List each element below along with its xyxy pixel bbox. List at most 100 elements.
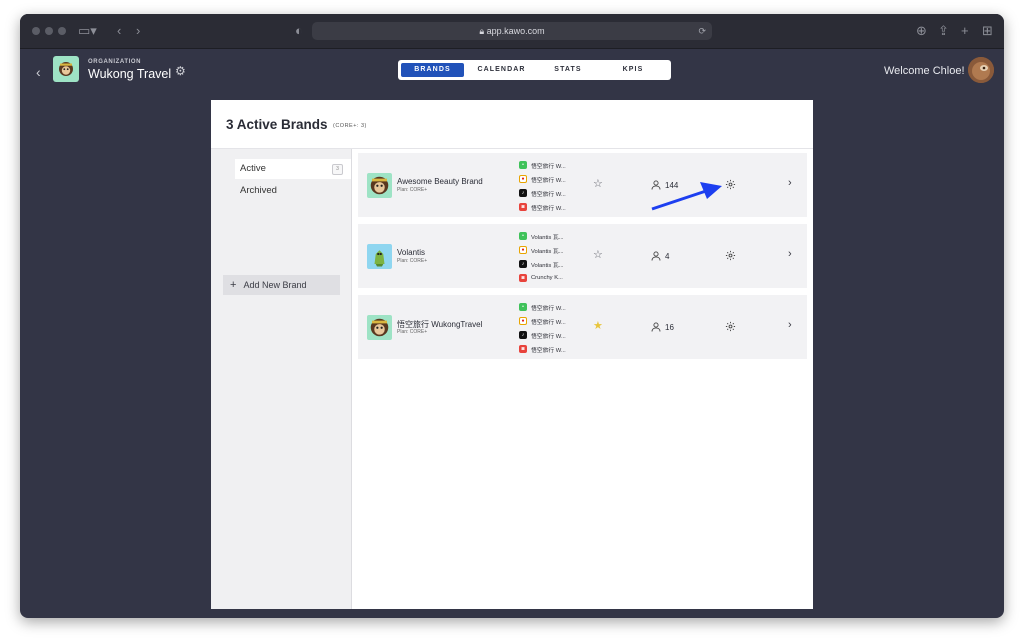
follower-count: 16 [651,322,674,332]
wechat-icon: • [519,303,527,311]
reload-icon[interactable]: ⟳ [698,22,706,40]
address-bar[interactable]: 🔒︎ app.kawo.com ⟳ [312,22,712,40]
brand-row[interactable]: 悟空旅行 WukongTravel Plan: CORE+ • 悟空旅行 W...… [358,295,807,359]
channel-label: 悟空旅行 W... [531,319,566,326]
monkey-logo-icon [370,318,389,337]
add-brand-label: Add New Brand [243,280,307,290]
channel-label: 悟空旅行 W... [531,347,566,354]
channel-item[interactable]: ● Volantis 瓦... [519,243,579,257]
chevron-right-icon[interactable]: › [788,177,792,189]
channel-item[interactable]: ♪ 悟空旅行 W... [519,328,579,342]
brand-avatar [367,173,392,198]
channel-label: Volantis 瓦... [531,234,564,241]
channel-label: 悟空旅行 W... [531,333,566,340]
brands-panel: 3 Active Brands (CORE+: 3) Active 3 Arch… [211,100,813,609]
brand-settings-gear-icon[interactable] [725,321,736,332]
chevron-right-icon[interactable]: › [788,319,792,331]
channel-label: 悟空旅行 W... [531,205,566,212]
brand-row[interactable]: Volantis Plan: CORE+ • Volantis 瓦... ● Vol… [358,224,807,288]
channel-item[interactable]: ● 悟空旅行 W... [519,172,579,186]
user-icon [651,180,661,190]
brand-plan: Plan: CORE+ [397,329,428,335]
tab-kpis[interactable]: KPIS [603,63,663,77]
org-name: Wukong Travel [88,67,172,81]
weibo-icon: ● [519,175,527,183]
tab-calendar[interactable]: CALENDAR [468,63,535,77]
brand-row[interactable]: Awesome Beauty Brand Plan: CORE+ • 悟空旅行 W… [358,153,807,217]
star-icon[interactable]: ☆ [593,178,603,190]
brand-filter-sidebar: Active 3 Archived + Add New Brand [211,149,352,609]
org-eyebrow: ORGANIZATION [88,59,142,65]
back-arrow-icon[interactable]: ‹ [36,64,41,80]
main-nav-tabs: BRANDS CALENDAR STATS KPIS [398,60,671,80]
privacy-shield-icon[interactable]: ◐ [295,23,303,39]
channel-label: 悟空旅行 W... [531,191,566,198]
add-new-brand-button[interactable]: + Add New Brand [223,275,340,295]
user-icon [651,322,661,332]
channel-item[interactable]: ◙ 悟空旅行 W... [519,342,579,356]
brand-name: Awesome Beauty Brand [397,177,483,186]
sidebar-item-archived[interactable]: Archived [235,181,351,201]
dragon-logo-icon [374,250,385,267]
channel-list: • 悟空旅行 W... ● 悟空旅行 W... ♪ 悟空旅行 W... ◙ 悟空旅行 W… [519,300,579,356]
user-avatar[interactable] [968,57,994,83]
org-settings-gear-icon[interactable]: ⚙ [175,64,186,78]
star-filled-icon[interactable]: ★ [593,320,603,332]
wechat-icon: • [519,232,527,240]
channel-item[interactable]: • Volantis 瓦... [519,229,579,243]
brand-plan: Plan: CORE+ [397,258,428,264]
zoom-window-dot[interactable] [58,27,66,35]
active-count-badge: 3 [332,164,343,175]
channel-item[interactable]: ♪ Volantis 瓦... [519,257,579,271]
close-window-dot[interactable] [32,27,40,35]
tab-stats[interactable]: STATS [538,63,598,77]
xiaohongshu-icon: ◙ [519,345,527,353]
channel-item[interactable]: • 悟空旅行 W... [519,158,579,172]
plan-summary: (CORE+: 3) [333,123,367,129]
tab-overview-icon[interactable]: ⊞ [982,23,993,39]
monkey-logo-icon [59,62,73,76]
welcome-text: Welcome Chloe! [884,65,965,77]
channel-label: Crunchy K... [531,275,563,281]
brand-avatar [367,315,392,340]
browser-toolbar: ▭▾ ‹ › ◐ 🔒︎ app.kawo.com ⟳ ⊕ ⇪ + ⊞ [20,14,1004,49]
downloads-icon[interactable]: ⊕ [916,23,927,39]
weibo-icon: ● [519,246,527,254]
star-icon[interactable]: ☆ [593,249,603,261]
follower-count-value: 144 [665,181,679,190]
brand-settings-gear-icon[interactable] [725,179,736,190]
panel-header: 3 Active Brands (CORE+: 3) [211,100,813,149]
channel-item[interactable]: ◙ Crunchy K... [519,271,579,285]
weibo-icon: ● [519,317,527,325]
channel-list: • 悟空旅行 W... ● 悟空旅行 W... ♪ 悟空旅行 W... ◙ 悟空旅行 W… [519,158,579,214]
plus-icon: + [230,279,237,291]
channel-label: 悟空旅行 W... [531,177,566,184]
xiaohongshu-icon: ◙ [519,274,527,282]
channel-item[interactable]: • 悟空旅行 W... [519,300,579,314]
sidebar-item-active[interactable]: Active 3 [235,159,351,179]
tab-brands[interactable]: BRANDS [401,63,464,77]
follower-count-value: 4 [665,252,670,261]
brand-avatar [367,244,392,269]
page-title: 3 Active Brands [226,117,328,132]
share-icon[interactable]: ⇪ [938,23,949,39]
sidebar-toggle-icon[interactable]: ▭▾ [78,23,97,39]
new-tab-icon[interactable]: + [961,23,969,39]
douyin-icon: ♪ [519,189,527,197]
chevron-right-icon[interactable]: › [788,248,792,260]
lock-icon: 🔒︎ [479,26,485,36]
browser-forward-icon[interactable]: › [136,23,140,39]
org-logo [53,56,79,82]
channel-item[interactable]: ◙ 悟空旅行 W... [519,200,579,214]
brand-settings-gear-icon[interactable] [725,250,736,261]
follower-count-value: 16 [665,323,674,332]
browser-back-icon[interactable]: ‹ [117,23,121,39]
channel-item[interactable]: ● 悟空旅行 W... [519,314,579,328]
channel-item[interactable]: ♪ 悟空旅行 W... [519,186,579,200]
douyin-icon: ♪ [519,331,527,339]
url-text: app.kawo.com [486,26,545,36]
channel-label: 悟空旅行 W... [531,305,566,312]
channel-list: • Volantis 瓦... ● Volantis 瓦... ♪ Volantis … [519,229,579,285]
douyin-icon: ♪ [519,260,527,268]
minimize-window-dot[interactable] [45,27,53,35]
